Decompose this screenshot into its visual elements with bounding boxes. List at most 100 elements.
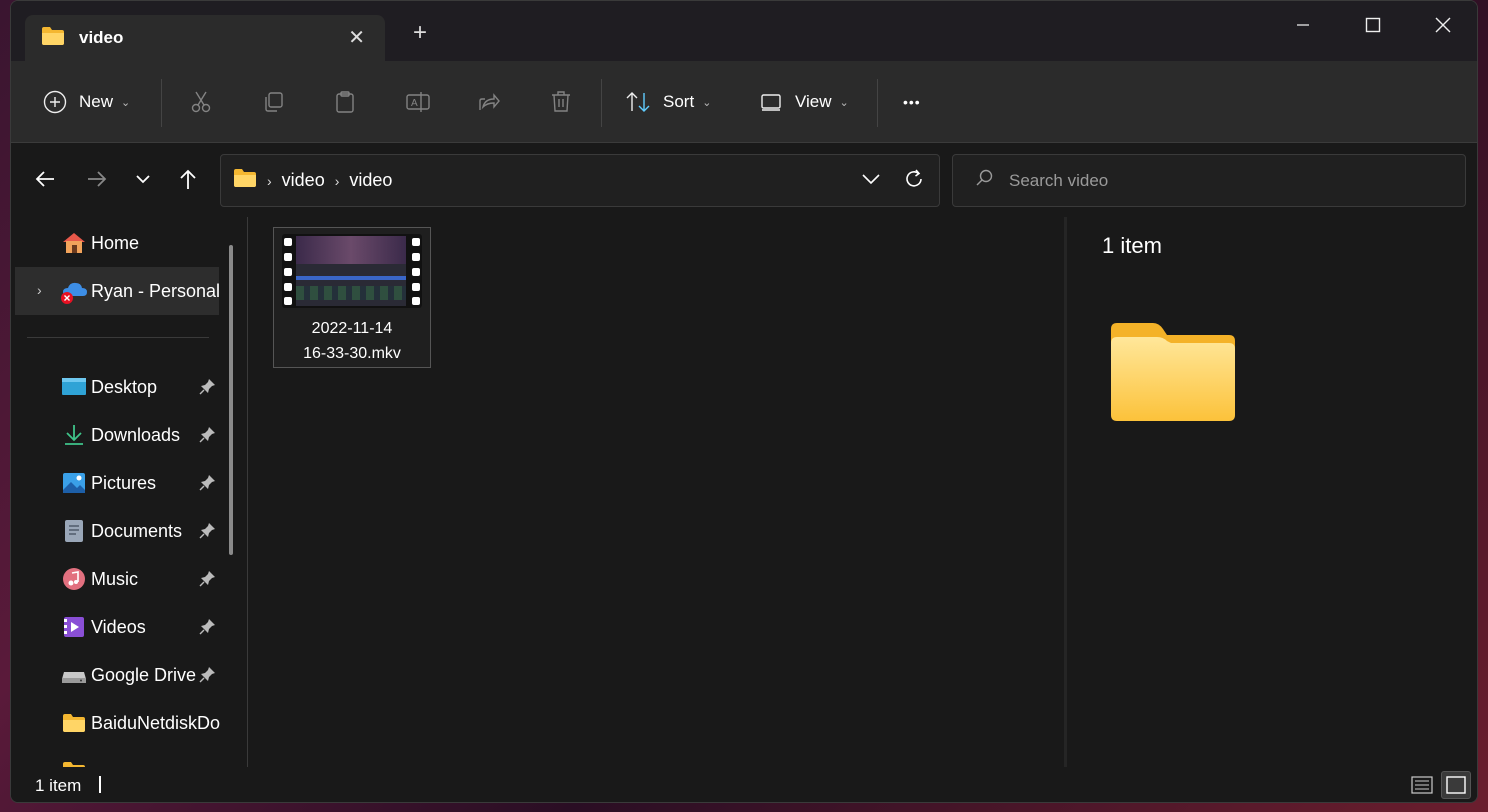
copy-icon (265, 92, 283, 112)
tab-title: video (79, 28, 124, 47)
details-pane: 1 item (1067, 217, 1477, 767)
file-name-line: 16-33-30.mkv (303, 345, 401, 362)
share-button[interactable] (477, 61, 501, 143)
tab-close-icon[interactable]: ✕ (348, 25, 365, 50)
download-icon (61, 423, 87, 447)
more-options-button[interactable]: ••• (903, 61, 921, 143)
search-input[interactable]: Search video (1009, 171, 1108, 191)
pin-icon[interactable] (199, 665, 217, 688)
new-tab-button[interactable]: + (413, 21, 427, 45)
details-view-icon (1411, 776, 1433, 794)
details-view-button[interactable] (1407, 771, 1437, 799)
sort-button[interactable]: Sort ⌄ (625, 61, 711, 143)
maximize-button[interactable] (1349, 9, 1397, 41)
back-button[interactable] (31, 165, 59, 193)
sidebar-item-pictures[interactable]: Pictures (11, 459, 221, 507)
sidebar-item-label: Videos (91, 617, 146, 637)
toolbar-divider (161, 79, 162, 127)
maximize-icon (1365, 17, 1381, 33)
sidebar-item-baidunetdisk[interactable]: BaiduNetdiskDo (11, 699, 221, 747)
sidebar-item-videos[interactable]: Videos (11, 603, 221, 651)
sidebar-item-home[interactable]: Home (11, 219, 221, 267)
new-label: New (79, 92, 114, 111)
sidebar-item-label: Downloads (91, 425, 181, 445)
scissors-icon (191, 91, 211, 113)
breadcrumb-item[interactable]: video (349, 170, 392, 191)
text-cursor (99, 776, 101, 793)
pin-icon[interactable] (199, 617, 217, 640)
refresh-icon[interactable] (903, 168, 925, 195)
chevron-down-icon: ⌄ (702, 96, 712, 109)
file-name-line: 2022-11-14 (311, 320, 393, 337)
sidebar-item-label: BaiduNetdiskDo (91, 713, 221, 733)
large-icons-view-button[interactable] (1441, 771, 1471, 799)
close-button[interactable] (1419, 9, 1467, 41)
sidebar-item-label: Home (91, 233, 140, 253)
breadcrumb-item[interactable]: video (282, 170, 325, 191)
pin-icon[interactable] (199, 473, 217, 496)
sidebar-item-google-drive[interactable]: Google Drive (11, 651, 221, 699)
status-item-count: 1 item (35, 776, 82, 795)
sidebar-item-partial[interactable] (11, 747, 221, 767)
video-thumbnail (282, 234, 422, 308)
more-icon: ••• (903, 94, 921, 110)
share-icon (479, 93, 500, 110)
delete-button[interactable] (549, 61, 573, 143)
search-icon (975, 169, 993, 192)
pin-icon[interactable] (199, 569, 217, 592)
trash-icon (552, 91, 570, 112)
sidebar-item-label: Desktop (91, 377, 158, 397)
sidebar-item-desktop[interactable]: Desktop (11, 363, 221, 411)
minimize-button[interactable] (1279, 9, 1327, 41)
cut-button[interactable] (189, 61, 213, 143)
forward-button[interactable] (83, 165, 111, 193)
toolbar-divider (877, 79, 878, 127)
pictures-icon (61, 471, 87, 495)
sidebar-item-documents[interactable]: Documents (11, 507, 221, 555)
up-button[interactable] (174, 165, 202, 193)
music-icon (61, 567, 87, 591)
file-list[interactable]: 2022-11-14 16-33-30.mkv (248, 217, 1064, 767)
paste-icon (336, 91, 354, 113)
address-bar[interactable]: › video › video (220, 154, 940, 207)
address-dropdown-icon[interactable] (861, 169, 881, 194)
sidebar-item-downloads[interactable]: Downloads (11, 411, 221, 459)
command-bar: New ⌄ A Sort ⌄ View ⌄ ••• (11, 61, 1477, 143)
folder-icon (61, 711, 87, 735)
minimize-icon (1297, 24, 1309, 26)
search-box[interactable]: Search video (952, 154, 1466, 207)
paste-button[interactable] (333, 61, 357, 143)
folder-preview-icon (1109, 321, 1237, 428)
sidebar-item-label: Google Drive (91, 665, 197, 685)
sidebar-divider (27, 337, 209, 338)
sort-icon (626, 92, 650, 112)
home-icon (61, 231, 87, 255)
large-icons-view-icon (1446, 776, 1466, 794)
pin-icon[interactable] (199, 377, 217, 400)
sidebar-item-onedrive[interactable]: › Ryan - Personal (15, 267, 220, 315)
tab-video[interactable]: video ✕ (25, 15, 385, 61)
breadcrumb-separator[interactable]: › (267, 173, 272, 189)
chevron-right-icon[interactable]: › (37, 282, 42, 298)
new-button[interactable]: New ⌄ (43, 61, 130, 143)
videos-icon (61, 615, 87, 639)
folder-icon (233, 168, 257, 193)
view-label: View (795, 92, 832, 111)
arrow-up-icon (180, 169, 196, 189)
pin-icon[interactable] (199, 521, 217, 544)
folder-icon (61, 759, 87, 767)
rename-button[interactable]: A (405, 61, 431, 143)
details-item-count: 1 item (1102, 233, 1162, 258)
view-button[interactable]: View ⌄ (759, 61, 849, 143)
breadcrumb-separator[interactable]: › (335, 173, 340, 189)
copy-button[interactable] (261, 61, 285, 143)
recent-locations-button[interactable] (129, 165, 157, 193)
chevron-down-icon (136, 175, 150, 184)
file-explorer-window: video ✕ + New ⌄ A Sort ⌄ View ⌄ ••• › vi… (10, 0, 1478, 803)
documents-icon (61, 519, 87, 543)
file-item[interactable]: 2022-11-14 16-33-30.mkv (273, 227, 431, 368)
arrow-left-icon (35, 171, 54, 187)
pin-icon[interactable] (199, 425, 217, 448)
sidebar-item-music[interactable]: Music (11, 555, 221, 603)
sidebar-scrollbar[interactable] (229, 245, 233, 555)
